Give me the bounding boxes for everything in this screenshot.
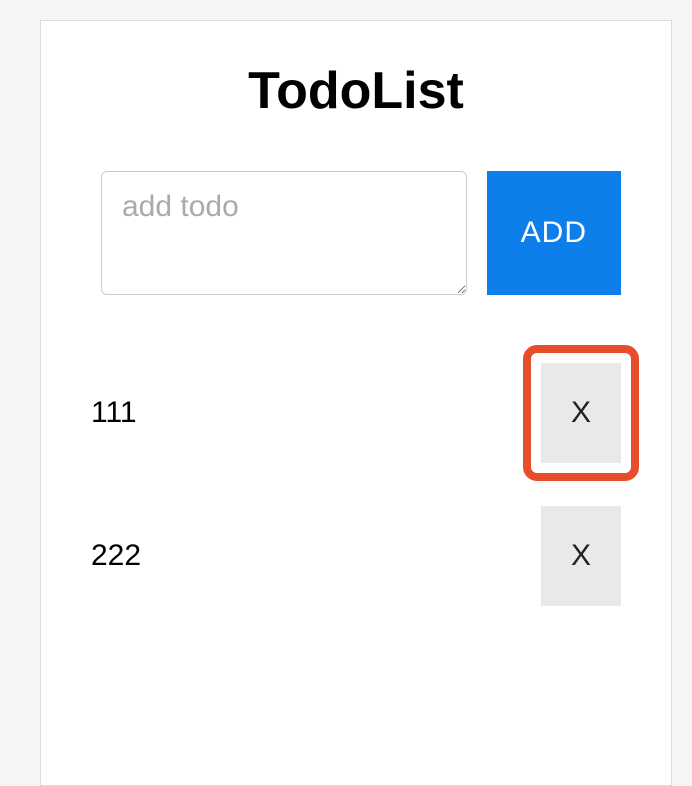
todo-text: 222 (91, 539, 141, 573)
app-container: TodoList ADD 111 X 222 X (40, 20, 672, 786)
highlight-box: X (523, 345, 639, 481)
todo-item: 111 X (91, 345, 621, 481)
delete-button[interactable]: X (541, 506, 621, 606)
todo-item: 222 X (91, 506, 621, 606)
input-row: ADD (91, 171, 621, 295)
todo-input[interactable] (101, 171, 467, 295)
todo-list: 111 X 222 X (91, 345, 621, 606)
page-title: TodoList (91, 61, 621, 121)
delete-button[interactable]: X (541, 363, 621, 463)
todo-text: 111 (91, 396, 137, 430)
add-button[interactable]: ADD (487, 171, 621, 295)
